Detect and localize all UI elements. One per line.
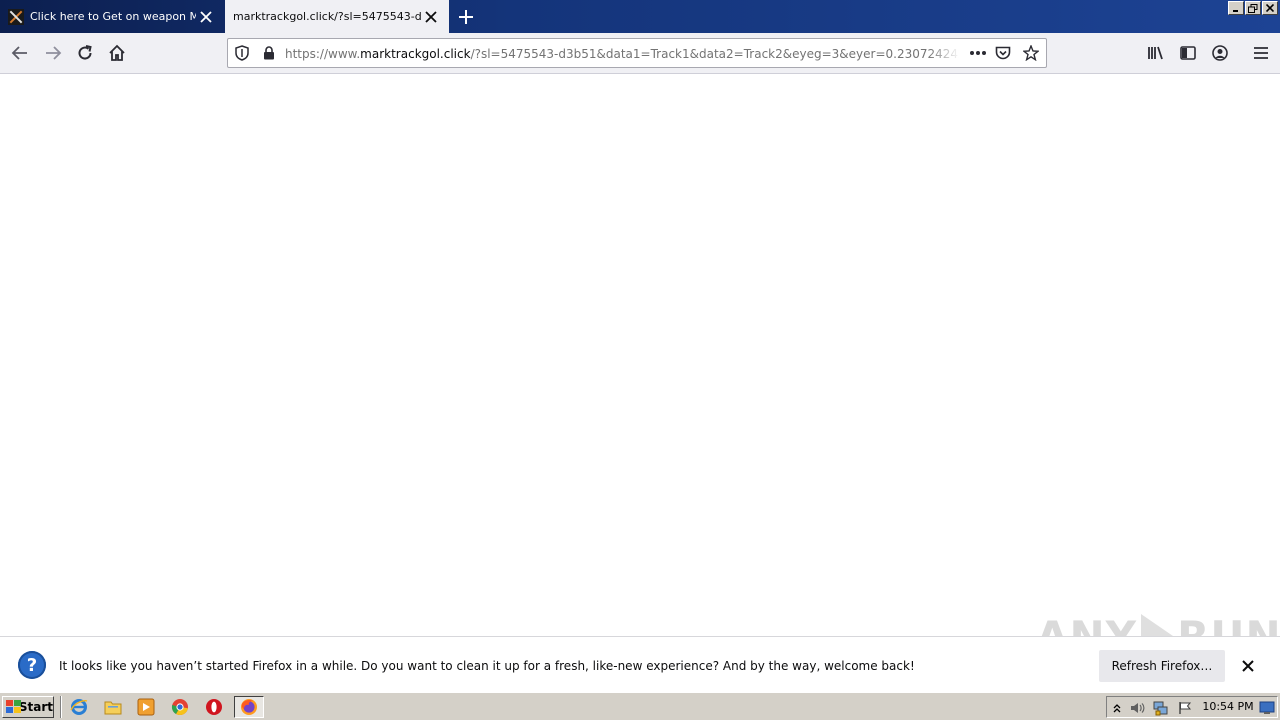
- tab-strip: Click here to Get on weapon M416 marktra…: [0, 0, 1280, 33]
- library-icon[interactable]: [1140, 37, 1172, 69]
- url-text[interactable]: https://www.marktrackgol.click/?sl=54755…: [285, 45, 959, 63]
- navigation-toolbar: https://www.marktrackgol.click/?sl=54755…: [0, 33, 1280, 74]
- url-path: /?sl=5475543-d3b51&data1=Track1&data2=Tr…: [470, 47, 959, 61]
- taskbar-clock[interactable]: 10:54 PM: [1198, 699, 1258, 715]
- home-icon[interactable]: [101, 37, 133, 69]
- close-window-icon[interactable]: [1262, 1, 1278, 15]
- url-scheme: https://www.: [285, 47, 361, 61]
- firefox-icon: [241, 699, 257, 715]
- back-arrow-icon[interactable]: [4, 37, 36, 69]
- volume-speaker-icon[interactable]: [1129, 700, 1145, 716]
- show-desktop-icon[interactable]: [1259, 700, 1275, 716]
- url-domain: marktrackgol.click: [360, 47, 471, 61]
- tab-title: marktrackgol.click/?sl=5475543-d3b51: [233, 10, 421, 23]
- account-icon[interactable]: [1204, 37, 1236, 69]
- refresh-firefox-notification: ? It looks like you haven’t started Fire…: [0, 636, 1280, 692]
- pocket-icon[interactable]: [995, 45, 1011, 61]
- address-bar[interactable]: https://www.marktrackgol.click/?sl=54755…: [227, 38, 1047, 68]
- forward-arrow-icon[interactable]: [37, 37, 69, 69]
- file-explorer-folder-icon[interactable]: [104, 698, 122, 716]
- tab-weapon-m416[interactable]: Click here to Get on weapon M416: [0, 0, 224, 33]
- restore-icon[interactable]: [1245, 1, 1261, 15]
- question-mark-icon: ?: [18, 651, 46, 679]
- tab-close-icon[interactable]: [196, 7, 216, 27]
- notification-close-icon[interactable]: [1237, 655, 1259, 677]
- window-controls: [1228, 1, 1278, 15]
- tab-marktrackgol[interactable]: marktrackgol.click/?sl=5475543-d3b51: [225, 0, 449, 33]
- menu-hamburger-icon[interactable]: [1245, 37, 1277, 69]
- tracking-protection-shield-icon[interactable]: [234, 45, 250, 61]
- page-actions-ellipsis-icon[interactable]: [968, 45, 988, 61]
- minimize-icon[interactable]: [1228, 1, 1244, 15]
- url-fade: [928, 41, 960, 67]
- start-button[interactable]: Start: [2, 696, 54, 718]
- tab-close-icon[interactable]: [421, 7, 441, 27]
- notification-message: It looks like you haven’t started Firefo…: [59, 659, 915, 673]
- site-favicon-icon: [8, 8, 24, 25]
- tab-title: Click here to Get on weapon M416: [30, 10, 196, 23]
- refresh-firefox-button[interactable]: Refresh Firefox…: [1099, 650, 1225, 682]
- taskbar-separator: [60, 696, 62, 718]
- bookmark-star-icon[interactable]: [1023, 45, 1039, 61]
- firefox-taskbar-button[interactable]: [234, 696, 264, 718]
- show-hidden-icons-chevron-icon[interactable]: [1109, 700, 1125, 716]
- start-label: Start: [18, 700, 53, 714]
- page-content: [0, 74, 1280, 636]
- network-icon[interactable]: [1153, 700, 1169, 716]
- new-tab-plus-icon[interactable]: [454, 5, 478, 29]
- media-player-icon[interactable]: [137, 698, 155, 716]
- windows-logo-icon: [6, 700, 21, 714]
- padlock-icon[interactable]: [261, 45, 277, 61]
- reload-icon[interactable]: [69, 37, 101, 69]
- sidebar-icon[interactable]: [1172, 37, 1204, 69]
- opera-icon[interactable]: [205, 698, 223, 716]
- action-center-flag-icon[interactable]: [1177, 700, 1193, 716]
- internet-explorer-icon[interactable]: [70, 698, 88, 716]
- windows-taskbar: Start 10:54 PM: [0, 692, 1280, 720]
- chrome-icon[interactable]: [171, 698, 189, 716]
